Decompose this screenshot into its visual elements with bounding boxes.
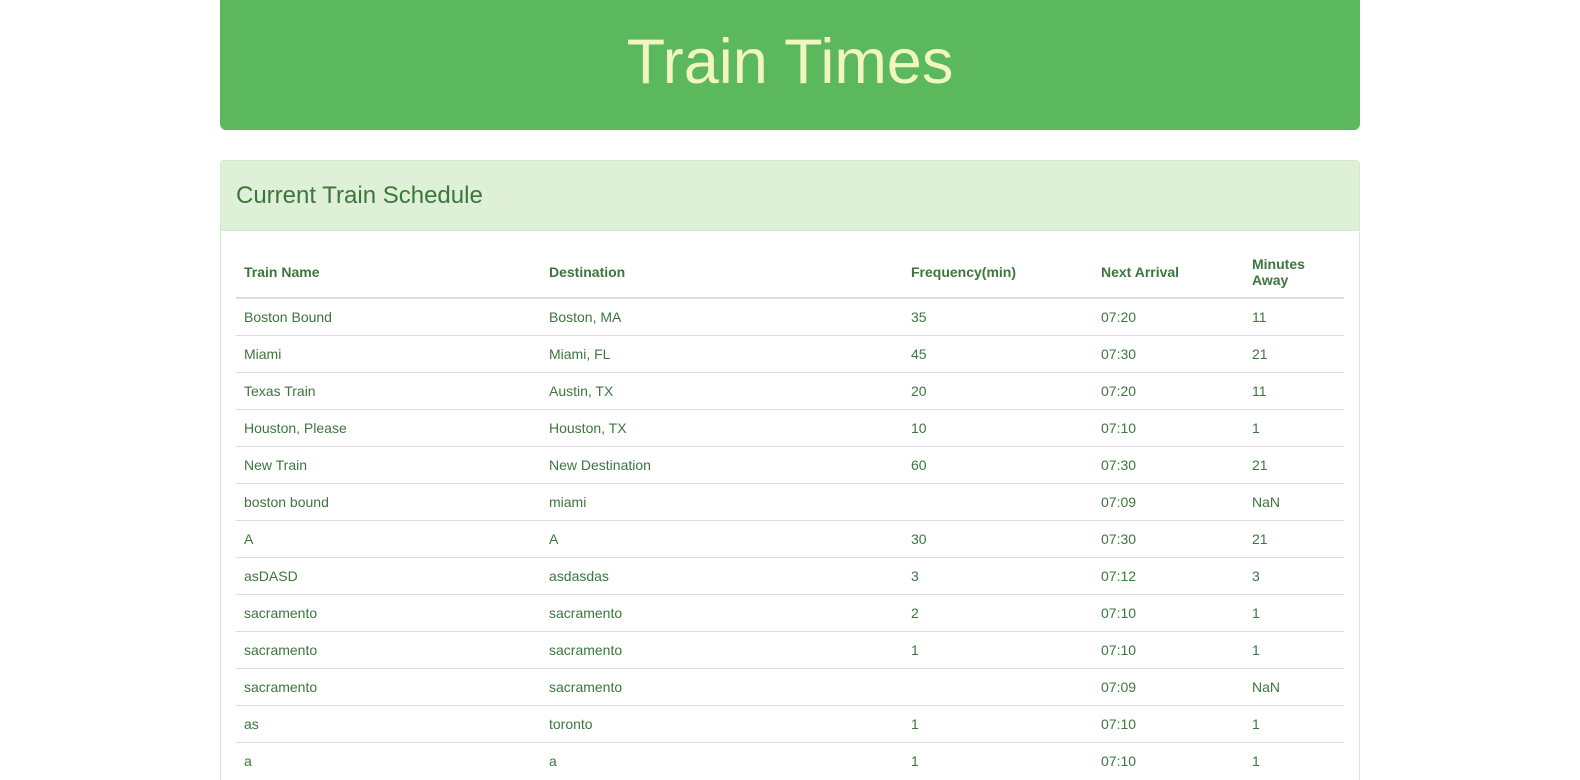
cell-destination: Austin, TX [541, 372, 903, 410]
cell-frequency: 1 [903, 631, 1093, 669]
cell-destination: sacramento [541, 668, 903, 706]
cell-frequency: 45 [903, 335, 1093, 373]
cell-minutes-away: 11 [1244, 372, 1344, 410]
cell-destination: A [541, 520, 903, 558]
cell-train-name: Miami [236, 335, 541, 373]
cell-minutes-away: 1 [1244, 409, 1344, 447]
cell-minutes-away: NaN [1244, 483, 1344, 521]
cell-train-name: Texas Train [236, 372, 541, 410]
cell-train-name: boston bound [236, 483, 541, 521]
table-row: A A 30 07:30 21 [236, 520, 1344, 558]
cell-destination: Boston, MA [549, 309, 622, 325]
header-banner: Train Times [220, 0, 1360, 130]
cell-next-arrival: 07:10 [1093, 742, 1244, 779]
cell-destination: Houston, TX [541, 409, 903, 447]
cell-next-arrival: 07:10 [1093, 631, 1244, 669]
cell-next-arrival: 07:30 [1093, 520, 1244, 558]
cell-train-name: sacramento [236, 594, 541, 632]
table-row: sacramento sacramento 07:09 NaN [236, 668, 1344, 706]
cell-destination: a [541, 742, 903, 779]
column-header-frequency: Frequency(min) [903, 246, 1093, 299]
cell-train-name: Houston, Please [236, 409, 541, 447]
table-row: as toronto 1 07:10 1 [236, 705, 1344, 743]
cell-destination: New Destination [541, 446, 903, 484]
table-row: boston bound miami 07:09 NaN [236, 483, 1344, 521]
schedule-table-header: Train Name Destination Frequency(min) Ne… [236, 246, 1344, 299]
cell-next-arrival: 07:10 [1093, 594, 1244, 632]
table-row: Miami Miami, FL 45 07:30 21 [236, 335, 1344, 373]
cell-train-name: sacramento [236, 668, 541, 706]
schedule-panel-body: Train Name Destination Frequency(min) Ne… [221, 231, 1359, 779]
cell-frequency: 1 [903, 742, 1093, 779]
column-header-destination: Destination [541, 246, 903, 299]
cell-frequency: 2 [903, 594, 1093, 632]
cell-frequency: 30 [903, 520, 1093, 558]
cell-next-arrival: 07:20 [1093, 372, 1244, 410]
cell-minutes-away: 21 [1244, 335, 1344, 373]
cell-next-arrival: 07:30 [1093, 335, 1244, 373]
cell-destination: miami [541, 483, 903, 521]
cell-minutes-away: 1 [1244, 705, 1344, 743]
cell-next-arrival: 07:20 [1101, 309, 1137, 325]
cell-frequency: 10 [903, 409, 1093, 447]
table-row: Houston, Please Houston, TX 10 07:10 1 [236, 409, 1344, 447]
schedule-panel: Current Train Schedule Train Name Destin… [220, 160, 1360, 780]
cell-next-arrival: 07:10 [1093, 705, 1244, 743]
table-row: asDASD asdasdas 3 07:12 3 [236, 557, 1344, 595]
schedule-panel-heading: Current Train Schedule [221, 161, 1359, 231]
cell-minutes-away: NaN [1244, 668, 1344, 706]
cell-frequency: 3 [903, 557, 1093, 595]
cell-minutes-away: 11 [1252, 309, 1267, 325]
cell-minutes-away: 3 [1244, 557, 1344, 595]
cell-minutes-away: 21 [1244, 520, 1344, 558]
table-row: sacramento sacramento 2 07:10 1 [236, 594, 1344, 632]
table-row: a a 1 07:10 1 [236, 742, 1344, 779]
column-header-minutes-away: Minutes Away [1244, 246, 1344, 299]
schedule-table: Train Name Destination Frequency(min) Ne… [236, 246, 1344, 779]
cell-frequency [903, 668, 1093, 706]
cell-frequency [903, 483, 1093, 521]
cell-train-name: a [236, 742, 541, 779]
cell-train-name: New Train [236, 446, 541, 484]
cell-minutes-away: 1 [1244, 742, 1344, 779]
cell-minutes-away: 1 [1244, 631, 1344, 669]
cell-destination: sacramento [541, 594, 903, 632]
cell-destination: Miami, FL [541, 335, 903, 373]
cell-destination: toronto [541, 705, 903, 743]
cell-destination: sacramento [541, 631, 903, 669]
schedule-table-body: Boston Bound Boston, MA 35 07:20 11 Miami Miam… [236, 298, 1344, 779]
column-header-next-arrival: Next Arrival [1093, 246, 1244, 299]
cell-train-name: Boston Bound [244, 309, 332, 325]
cell-train-name: asDASD [236, 557, 541, 595]
cell-next-arrival: 07:12 [1093, 557, 1244, 595]
column-header-train-name: Train Name [236, 246, 541, 299]
table-row: sacramento sacramento 1 07:10 1 [236, 631, 1344, 669]
cell-next-arrival: 07:10 [1093, 409, 1244, 447]
page-container: Train Times Current Train Schedule Train… [220, 0, 1360, 780]
cell-minutes-away: 21 [1244, 446, 1344, 484]
cell-frequency: 20 [903, 372, 1093, 410]
schedule-title: Current Train Schedule [236, 181, 483, 209]
cell-train-name: as [236, 705, 541, 743]
cell-minutes-away: 1 [1244, 594, 1344, 632]
cell-next-arrival: 07:09 [1093, 483, 1244, 521]
cell-frequency: 60 [903, 446, 1093, 484]
table-row: Boston Bound Boston, MA 35 07:20 11 [236, 298, 1344, 336]
header-row: Train Name Destination Frequency(min) Ne… [236, 246, 1344, 299]
table-row: Texas Train Austin, TX 20 07:20 11 [236, 372, 1344, 410]
cell-next-arrival: 07:09 [1093, 668, 1244, 706]
cell-frequency: 35 [911, 309, 927, 325]
table-row: New Train New Destination 60 07:30 21 [236, 446, 1344, 484]
cell-train-name: sacramento [236, 631, 541, 669]
page-title: Train Times [626, 27, 954, 97]
cell-destination: asdasdas [541, 557, 903, 595]
cell-next-arrival: 07:30 [1093, 446, 1244, 484]
cell-frequency: 1 [903, 705, 1093, 743]
cell-train-name: A [236, 520, 541, 558]
